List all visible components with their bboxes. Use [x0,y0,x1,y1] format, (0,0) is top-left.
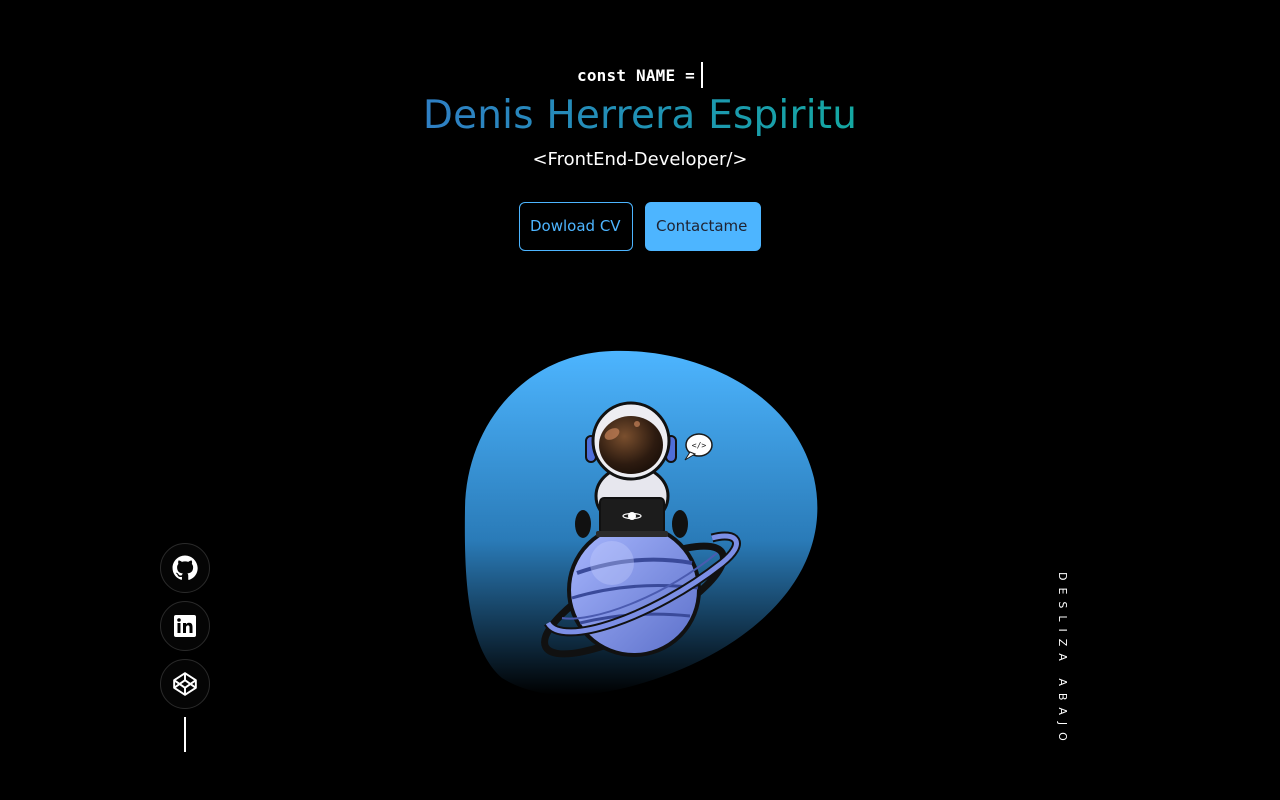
linkedin-link[interactable] [160,601,210,651]
scroll-down-link[interactable]: DESLIZA ABAJO [1056,572,1069,748]
code-prefix: const NAME = [577,66,695,85]
visor [599,416,663,474]
download-cv-button[interactable]: Dowload CV [519,202,633,251]
hero-illustration: </> [462,348,818,700]
social-divider-line [184,717,186,752]
developer-name-text: Denis Herrera Espiritu [422,93,858,138]
astronaut-illustration: </> [464,350,818,696]
typing-cursor [701,61,703,88]
social-links [160,543,210,752]
hero-actions: Dowload CV Contactame [0,202,1280,251]
bubble-code-text: </> [692,441,707,450]
github-icon [172,555,198,580]
contact-button[interactable]: Contactame [645,202,761,251]
github-link[interactable] [160,543,210,593]
codepen-link[interactable] [160,659,210,709]
codepen-icon [173,672,197,696]
typing-line: const NAME = [0,61,1280,90]
developer-role: <FrontEnd-Developer/> [532,149,748,170]
linkedin-icon [174,615,196,637]
portfolio-page: const NAME = Denis Herrera Espiritu <Fro… [0,0,1280,800]
developer-name: Denis Herrera Espiritu [0,92,1280,140]
